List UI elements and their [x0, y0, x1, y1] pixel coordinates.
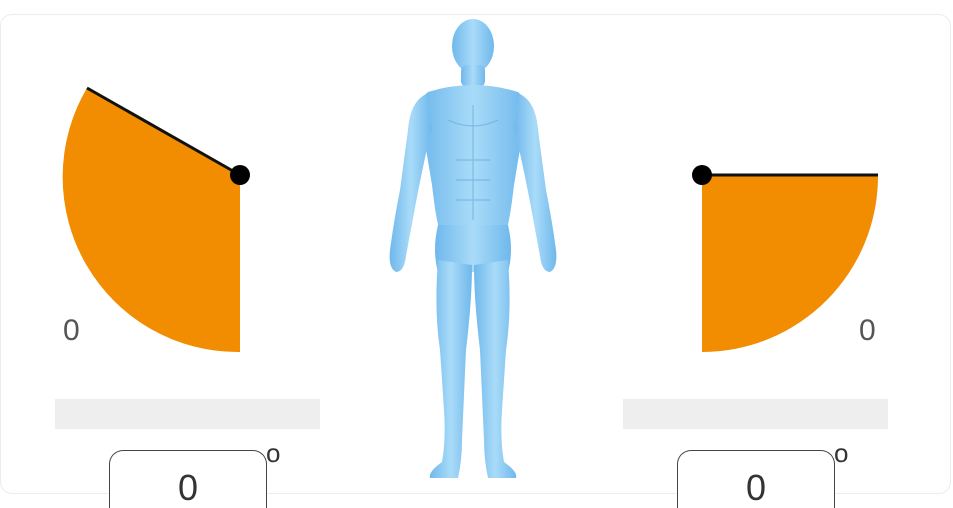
- left-corner-label: 0: [63, 314, 80, 347]
- right-degree-symbol: o: [834, 438, 849, 468]
- right-angle-dial[interactable]: [680, 140, 920, 380]
- left-angle-input[interactable]: [109, 450, 267, 508]
- right-angle-handle[interactable]: [692, 165, 712, 185]
- right-angle-input[interactable]: [677, 450, 835, 508]
- right-angle-sector: [702, 175, 879, 352]
- right-corner-label: 0: [859, 314, 876, 347]
- right-angle-slider[interactable]: [623, 399, 888, 429]
- joint-angle-widget: 0 0 0 o 0 o: [0, 0, 953, 508]
- left-angle-handle[interactable]: [230, 165, 250, 185]
- left-angle-slider[interactable]: [55, 399, 320, 429]
- human-body-icon: [389, 19, 557, 478]
- left-angle-sector: [62, 88, 241, 353]
- left-degree-symbol: o: [266, 438, 281, 468]
